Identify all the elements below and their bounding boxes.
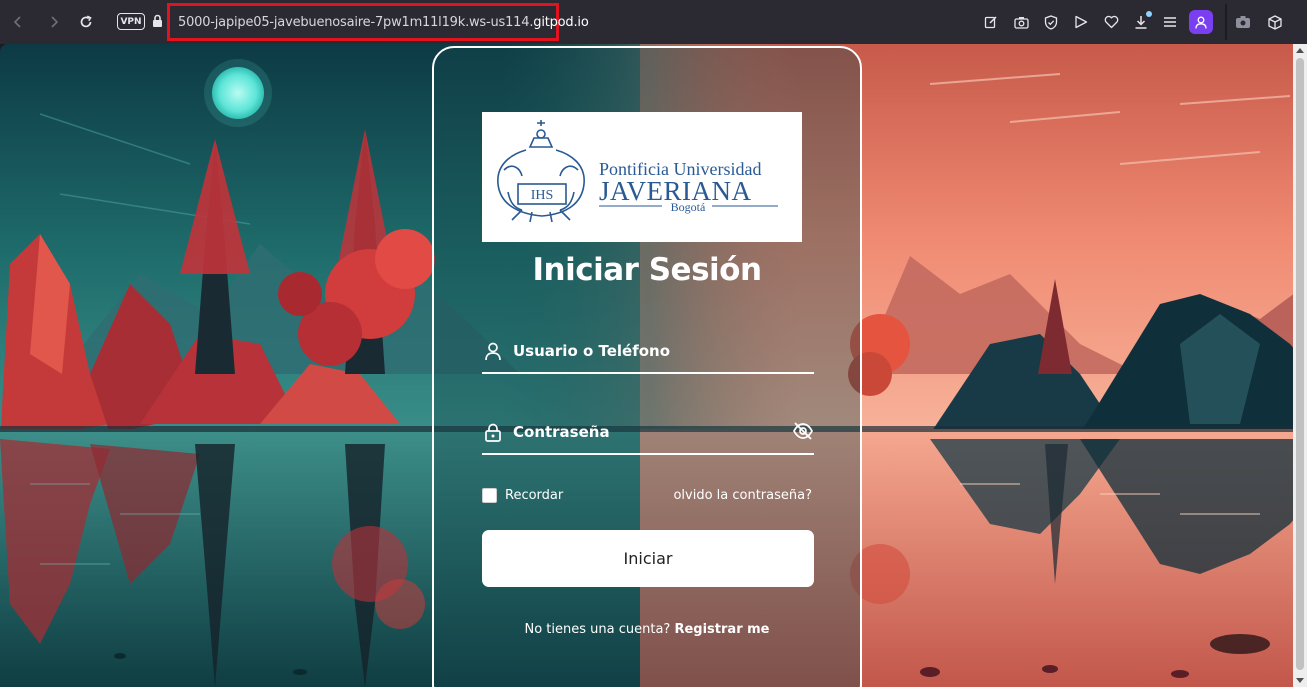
page-scrollbar[interactable] bbox=[1293, 44, 1307, 687]
register-link[interactable]: Registrar me bbox=[674, 622, 769, 637]
menu-icon[interactable] bbox=[1160, 12, 1180, 32]
remember-me[interactable]: Recordar bbox=[482, 488, 563, 503]
edit-icon[interactable] bbox=[981, 12, 1001, 32]
register-question: No tienes una cuenta? bbox=[524, 622, 671, 637]
back-arrow-icon bbox=[13, 16, 21, 28]
remember-label: Recordar bbox=[505, 488, 564, 503]
lock-icon bbox=[484, 423, 502, 446]
screenshot-icon[interactable] bbox=[1233, 12, 1253, 32]
url-domain: gitpod.io bbox=[533, 14, 589, 30]
toolbar-separator bbox=[1225, 4, 1227, 40]
reload-button[interactable] bbox=[76, 12, 96, 32]
username-field[interactable]: Usuario o Teléfono bbox=[482, 338, 814, 374]
vpn-badge[interactable]: VPN bbox=[117, 13, 145, 30]
reload-icon bbox=[80, 15, 92, 28]
send-icon[interactable] bbox=[1071, 12, 1091, 32]
scrollbar-thumb[interactable] bbox=[1296, 58, 1304, 670]
browser-toolbar: VPN 5000-japipe05-javebuenosaire-7pw1m11… bbox=[0, 0, 1307, 44]
eye-slash-icon[interactable] bbox=[792, 421, 814, 445]
address-bar[interactable]: 5000-japipe05-javebuenosaire-7pw1m11l19k… bbox=[167, 3, 589, 41]
page-title: Iniciar Sesión bbox=[532, 252, 762, 288]
forward-arrow-icon bbox=[51, 16, 59, 28]
javeriana-crest-icon: IHS Pontificia Universidad JAVERIANA Bog… bbox=[497, 120, 778, 223]
cube-icon[interactable] bbox=[1265, 12, 1285, 32]
user-icon bbox=[1195, 16, 1207, 29]
password-field[interactable]: Contraseña bbox=[482, 419, 814, 455]
scroll-down-icon[interactable] bbox=[1296, 678, 1304, 683]
back-button[interactable] bbox=[8, 12, 28, 32]
scroll-up-icon[interactable] bbox=[1296, 48, 1304, 53]
account-button[interactable] bbox=[1189, 10, 1213, 34]
username-label: Usuario o Teléfono bbox=[513, 342, 671, 360]
lock-icon[interactable] bbox=[152, 13, 163, 32]
forgot-password-link[interactable]: olvido la contraseña? bbox=[673, 488, 812, 503]
forward-button[interactable] bbox=[44, 12, 64, 32]
user-icon bbox=[484, 342, 502, 365]
shield-icon[interactable] bbox=[1041, 12, 1061, 32]
login-button[interactable]: Iniciar bbox=[482, 530, 814, 587]
university-logo: IHS Pontificia Universidad JAVERIANA Bog… bbox=[482, 112, 802, 242]
url-text: 5000-japipe05-javebuenosaire-7pw1m11l19k… bbox=[178, 15, 589, 30]
heart-icon[interactable] bbox=[1101, 12, 1121, 32]
download-badge bbox=[1146, 11, 1152, 17]
logo-line3: Bogotá bbox=[671, 200, 706, 214]
password-label: Contraseña bbox=[513, 423, 610, 441]
remember-checkbox[interactable] bbox=[482, 488, 497, 503]
register-prompt: No tienes una cuenta? Registrar me bbox=[434, 622, 860, 637]
page-viewport: IHS Pontificia Universidad JAVERIANA Bog… bbox=[0, 44, 1307, 687]
camera-icon[interactable] bbox=[1011, 12, 1031, 32]
svg-text:IHS: IHS bbox=[531, 188, 554, 203]
url-prefix: 5000-japipe05-javebuenosaire-7pw1m11l19k… bbox=[178, 14, 534, 30]
login-card: IHS Pontificia Universidad JAVERIANA Bog… bbox=[432, 46, 862, 687]
